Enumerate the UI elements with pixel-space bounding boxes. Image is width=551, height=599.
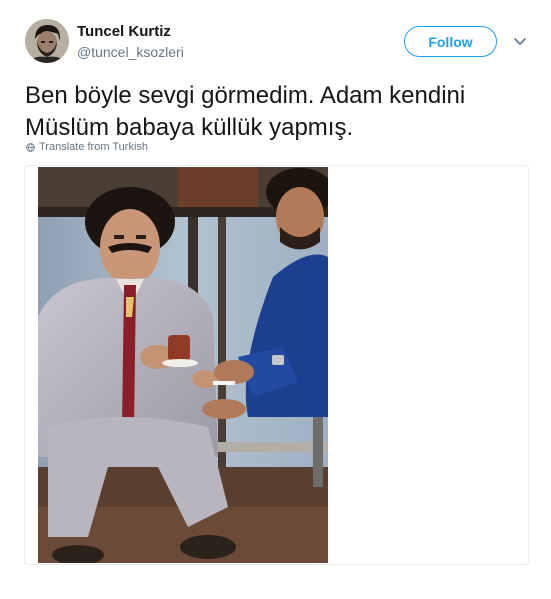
author-handle[interactable]: @tuncel_ksozleri [77,44,184,60]
vintage-photo-icon [38,167,328,563]
avatar-portrait-icon [25,19,69,63]
translate-link[interactable]: Translate from Turkish [26,141,148,153]
globe-icon [26,142,35,152]
tweet-photo[interactable] [38,167,328,563]
follow-button[interactable]: Follow [404,26,497,57]
chevron-down-icon[interactable] [513,36,527,48]
translate-label: Translate from Turkish [39,141,149,153]
author-display-name[interactable]: Tuncel Kurtiz [77,23,171,40]
tweet-text: Ben böyle sevgi görmedim. Adam kendini M… [25,82,466,141]
tweet-card: Tuncel Kurtiz @tuncel_ksozleri Follow Be… [0,0,551,599]
author-avatar[interactable] [25,19,69,63]
